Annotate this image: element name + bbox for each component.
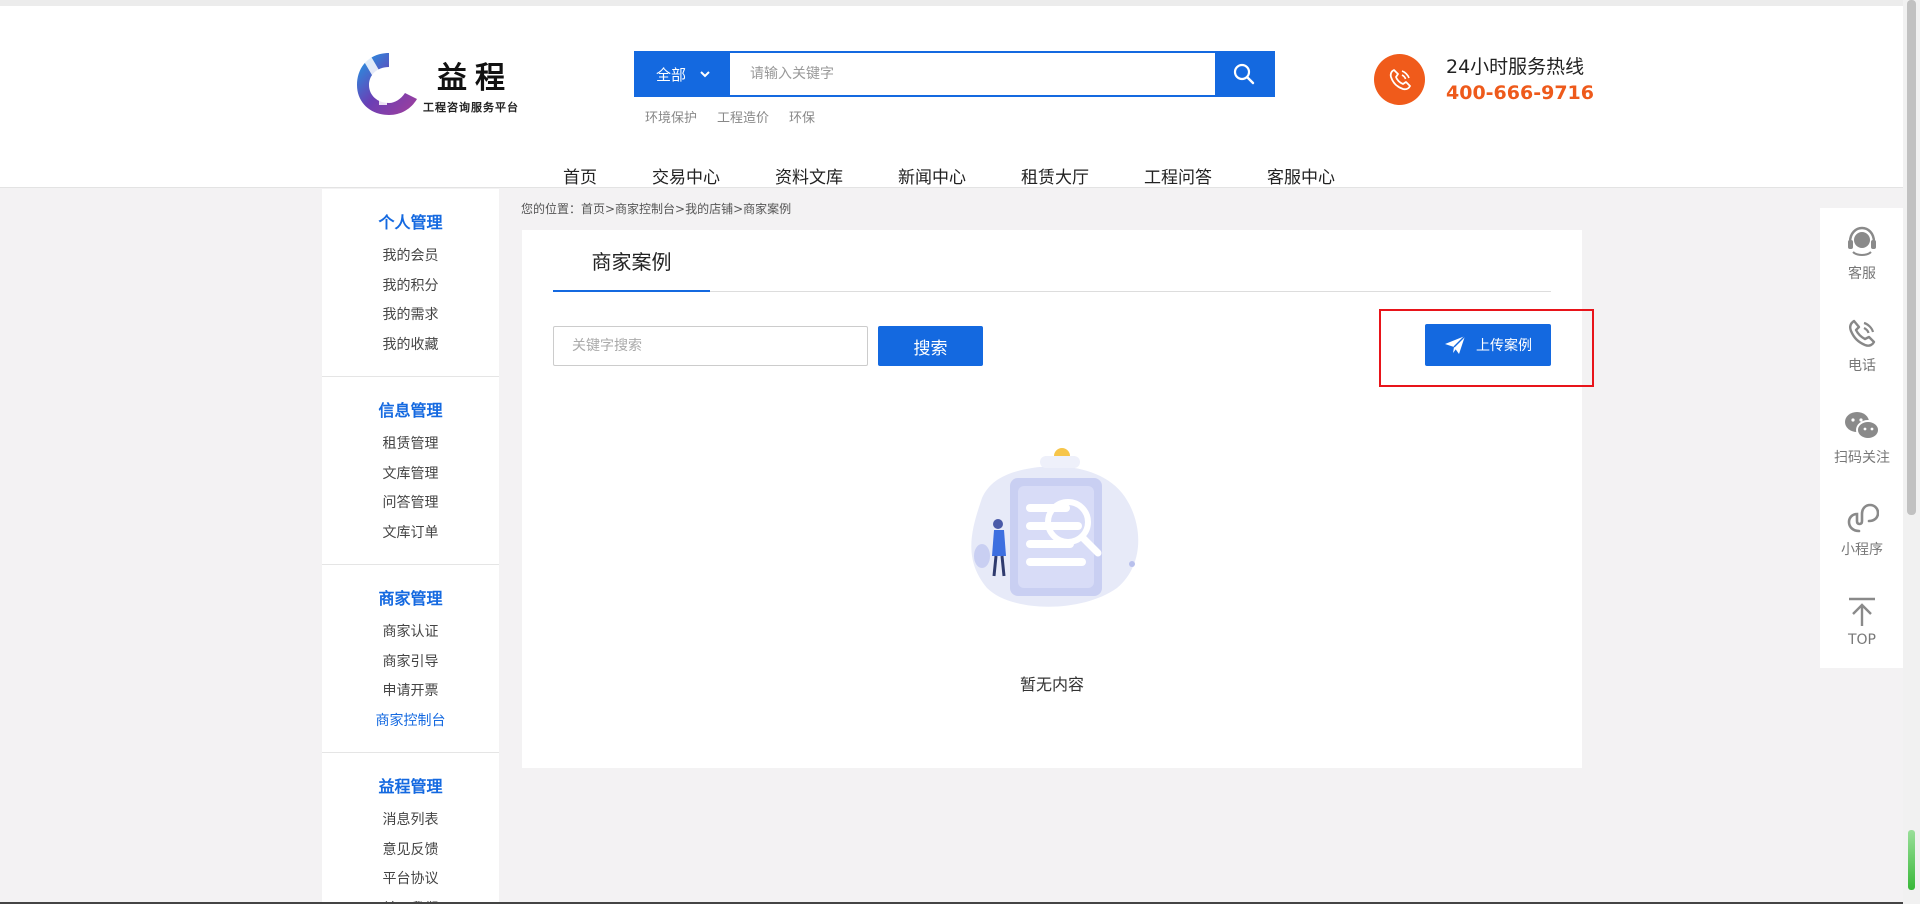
- keyword-search-input[interactable]: [553, 326, 868, 366]
- float-label: 客服: [1848, 266, 1876, 282]
- empty-state-illustration: [971, 448, 1139, 607]
- mini-program-icon: [1847, 503, 1879, 533]
- sidebar-item-requirements[interactable]: 我的需求: [322, 301, 499, 331]
- nav-engineering-qa[interactable]: 工程问答: [1144, 163, 1212, 188]
- float-label: 扫码关注: [1834, 450, 1890, 466]
- sidebar-item-apply-invoice[interactable]: 申请开票: [322, 677, 499, 707]
- sidebar-group-title: 信息管理: [378, 401, 443, 420]
- logo-mark-icon: [357, 53, 417, 115]
- hotline-label: 24小时服务热线: [1446, 56, 1585, 78]
- sidebar-item-points[interactable]: 我的积分: [322, 272, 499, 302]
- sidebar-item-feedback[interactable]: 意见反馈: [322, 836, 499, 866]
- site-header: 益程 工程咨询服务平台 全部 环境保护 工程造价 环保 24小时服务热线 400…: [0, 6, 1920, 188]
- sidebar-group-info: 信息管理 租赁管理 文库管理 问答管理 文库订单: [322, 377, 499, 565]
- search-category-select[interactable]: 全部: [636, 53, 730, 95]
- float-mini-program[interactable]: 小程序: [1820, 484, 1904, 576]
- nav-rental-hall[interactable]: 租赁大厅: [1021, 163, 1089, 188]
- logo-title: 益程: [437, 61, 513, 96]
- site-logo[interactable]: 益程 工程咨询服务平台: [355, 41, 535, 121]
- arrow-up-icon: [1849, 597, 1875, 626]
- sidebar-item-platform-agreement[interactable]: 平台协议: [322, 865, 499, 895]
- paper-plane-icon: [1445, 335, 1466, 354]
- sidebar-group-merchant: 商家管理 商家认证 商家引导 申请开票 商家控制台: [322, 565, 499, 753]
- sidebar-item-merchant-certification[interactable]: 商家认证: [322, 618, 499, 648]
- breadcrumb: 您的位置：首页>商家控制台>我的店铺>商家案例: [521, 202, 792, 216]
- sidebar-item-library-management[interactable]: 文库管理: [322, 460, 499, 490]
- sidebar-group-yicheng: 益程管理 消息列表 意见反馈 平台协议 关于我们: [322, 753, 499, 904]
- search-icon: [1233, 63, 1255, 85]
- sidebar-item-qa-management[interactable]: 问答管理: [322, 489, 499, 519]
- headset-icon: [1848, 226, 1876, 256]
- sidebar-item-merchant-guide[interactable]: 商家引导: [322, 648, 499, 678]
- search-category-label: 全部: [655, 65, 686, 84]
- float-customer-service[interactable]: 客服: [1820, 208, 1904, 300]
- hot-keywords: 环境保护 工程造价 环保: [645, 107, 815, 126]
- sidebar-group-title: 益程管理: [378, 777, 443, 796]
- nav-trading-center[interactable]: 交易中心: [652, 163, 720, 188]
- sidebar-item-message-list[interactable]: 消息列表: [322, 806, 499, 836]
- sidebar-item-library-orders[interactable]: 文库订单: [322, 519, 499, 549]
- hotline-phone-icon: [1374, 54, 1425, 105]
- upload-case-button[interactable]: 上传案例: [1425, 324, 1551, 366]
- keyword-search-button[interactable]: 搜索: [878, 326, 983, 366]
- search-input[interactable]: [730, 53, 1215, 95]
- chevron-down-icon: [700, 68, 710, 81]
- sidebar-group-personal: 个人管理 我的会员 我的积分 我的需求 我的收藏: [322, 189, 499, 377]
- hotline-number: 400-666-9716: [1446, 82, 1594, 104]
- header-search: 全部: [634, 51, 1275, 97]
- float-label: 电话: [1848, 358, 1876, 374]
- nav-customer-service[interactable]: 客服中心: [1267, 163, 1335, 188]
- tab-merchant-cases[interactable]: 商家案例: [553, 230, 710, 292]
- logo-subtitle: 工程咨询服务平台: [423, 101, 519, 114]
- sidebar-group-title: 商家管理: [378, 589, 443, 608]
- scroll-indicator: [1908, 830, 1915, 890]
- tab-bar: 商家案例: [553, 230, 1551, 292]
- empty-state-text: 暂无内容: [1019, 675, 1084, 694]
- nav-home[interactable]: 首页: [563, 163, 597, 188]
- sidebar-item-favorites[interactable]: 我的收藏: [322, 331, 499, 361]
- main-nav: 首页 交易中心 资料文库 新闻中心 租赁大厅 工程问答 客服中心: [563, 163, 1390, 188]
- hot-keyword[interactable]: 工程造价: [717, 107, 769, 126]
- nav-news-center[interactable]: 新闻中心: [898, 163, 966, 188]
- float-label: 小程序: [1841, 542, 1883, 558]
- float-label: TOP: [1847, 632, 1876, 648]
- float-wechat[interactable]: 扫码关注: [1820, 392, 1904, 484]
- sidebar-item-rental-management[interactable]: 租赁管理: [322, 430, 499, 460]
- hot-keyword[interactable]: 环境保护: [645, 107, 697, 126]
- sidebar-group-title: 个人管理: [378, 213, 443, 232]
- scrollbar-thumb[interactable]: [1907, 0, 1916, 515]
- hot-keyword[interactable]: 环保: [789, 107, 815, 126]
- nav-document-library[interactable]: 资料文库: [775, 163, 843, 188]
- float-back-to-top[interactable]: TOP: [1820, 576, 1904, 668]
- floating-toolbar: 客服 电话 扫码关注 小程序 TOP: [1820, 208, 1904, 668]
- phone-icon: [1849, 319, 1876, 347]
- sidebar-item-merchant-console[interactable]: 商家控制台: [322, 707, 499, 737]
- sidebar: 个人管理 我的会员 我的积分 我的需求 我的收藏 信息管理 租赁管理 文库管理 …: [322, 189, 499, 904]
- float-phone[interactable]: 电话: [1820, 300, 1904, 392]
- page-scrollbar[interactable]: [1903, 0, 1920, 904]
- wechat-icon: [1845, 412, 1880, 440]
- search-button[interactable]: [1215, 53, 1273, 95]
- upload-case-label: 上传案例: [1476, 338, 1532, 354]
- merchant-cases-panel: 商家案例 搜索 上传案例 暂无内容: [522, 230, 1594, 768]
- sidebar-item-membership[interactable]: 我的会员: [322, 242, 499, 272]
